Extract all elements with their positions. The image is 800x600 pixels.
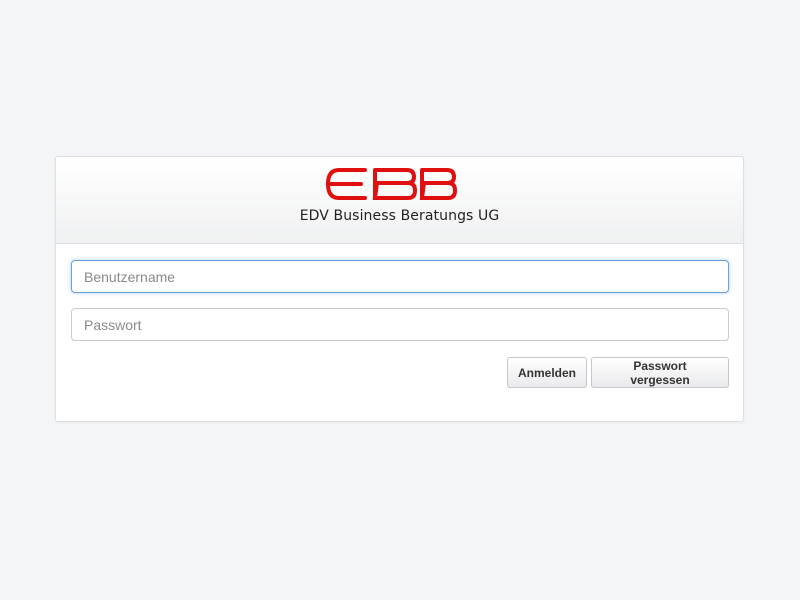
login-button[interactable]: Anmelden xyxy=(507,357,587,388)
password-input[interactable] xyxy=(71,308,729,341)
forgot-password-button[interactable]: Passwort vergessen xyxy=(591,357,729,388)
company-logo xyxy=(325,168,458,200)
username-input[interactable] xyxy=(71,260,729,293)
company-name: EDV Business Beratungs UG xyxy=(299,208,500,224)
login-panel: EDV Business Beratungs UG Anmelden Passw… xyxy=(55,156,744,422)
panel-header: EDV Business Beratungs UG xyxy=(56,157,743,244)
